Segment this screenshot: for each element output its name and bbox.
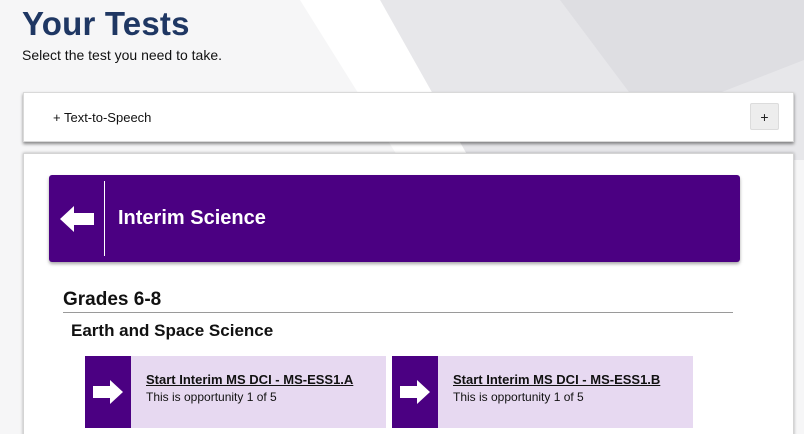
- arrow-right-icon: [400, 380, 430, 404]
- grade-heading: Grades 6-8: [63, 289, 733, 313]
- test-group-title: Interim Science: [118, 207, 266, 229]
- arrow-right-icon: [93, 380, 123, 404]
- test-card-text: Start Interim MS DCI - MS-ESS1.A This is…: [131, 356, 353, 428]
- opportunity-text: This is opportunity 1 of 5: [453, 390, 584, 404]
- start-test-link[interactable]: Start Interim MS DCI - MS-ESS1.B: [453, 372, 660, 387]
- test-card-ess1b[interactable]: Start Interim MS DCI - MS-ESS1.B This is…: [392, 356, 693, 428]
- opportunity-text: This is opportunity 1 of 5: [146, 390, 277, 404]
- expand-button[interactable]: +: [750, 103, 779, 130]
- text-to-speech-panel[interactable]: + Text-to-Speech +: [23, 92, 794, 142]
- arrow-left-icon: [59, 205, 94, 232]
- test-card-text: Start Interim MS DCI - MS-ESS1.B This is…: [438, 356, 660, 428]
- start-arrow-button[interactable]: [392, 356, 438, 428]
- subject-heading: Earth and Space Science: [71, 321, 274, 340]
- header-divider: [104, 181, 105, 256]
- test-card-ess1a[interactable]: Start Interim MS DCI - MS-ESS1.A This is…: [85, 356, 386, 428]
- page-title: Your Tests: [22, 5, 190, 42]
- back-button[interactable]: [49, 175, 104, 262]
- page-header: Your Tests Select the test you need to t…: [22, 5, 223, 64]
- text-to-speech-label[interactable]: + Text-to-Speech: [53, 110, 151, 125]
- test-group-header: Interim Science: [49, 175, 740, 262]
- start-test-link[interactable]: Start Interim MS DCI - MS-ESS1.A: [146, 372, 353, 387]
- start-arrow-button[interactable]: [85, 356, 131, 428]
- page-subtitle: Select the test you need to take.: [22, 47, 223, 63]
- test-selection-panel: Interim Science Grades 6-8 Earth and Spa…: [23, 153, 794, 434]
